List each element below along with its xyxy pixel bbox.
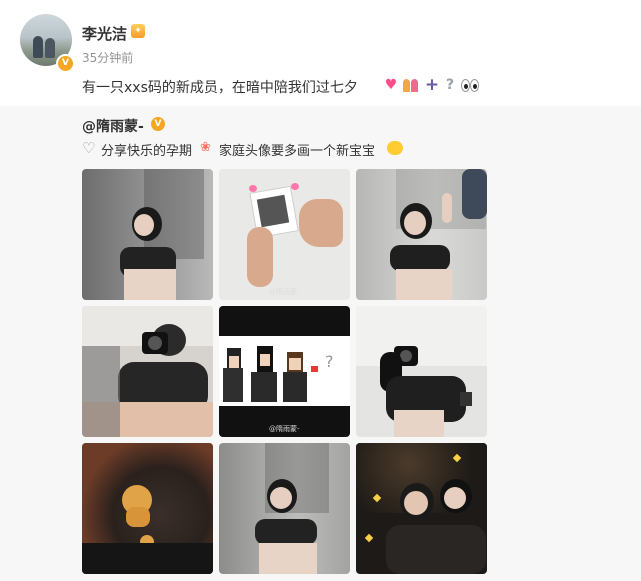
image-grid: @隋雨蒙- ? @隋雨蒙- xyxy=(82,169,488,575)
photo-thumbnail[interactable] xyxy=(219,443,350,574)
eyes-emoji-icon xyxy=(460,77,480,93)
post-timestamp[interactable]: 35分钟前 xyxy=(82,49,133,66)
photo-thumbnail[interactable] xyxy=(82,306,213,437)
photo-watermark: @隋雨蒙- xyxy=(269,425,300,433)
username[interactable]: 李光洁 xyxy=(82,23,127,44)
photo-thumbnail[interactable] xyxy=(82,443,213,574)
verified-badge-icon: V xyxy=(151,117,165,131)
photo-thumbnail[interactable] xyxy=(82,169,213,300)
avatar-figure xyxy=(45,38,55,58)
photo-thumbnail[interactable] xyxy=(356,169,487,300)
avatar-figure xyxy=(33,36,43,58)
baby-emoji-icon: ❀ xyxy=(200,140,211,155)
weibo-post: V 李光洁 ✦ 35分钟前 有一只xxs码的新成员，在暗中陪我们过七夕 ♥ + … xyxy=(0,0,641,581)
verified-badge-icon: V xyxy=(56,54,75,73)
hug-emoji-icon xyxy=(387,141,403,155)
plus-emoji-icon: + xyxy=(424,75,440,95)
heart-emoji-icon: ♥ xyxy=(384,77,398,93)
vip-badge-icon[interactable]: ✦ xyxy=(131,24,145,38)
photo-thumbnail[interactable]: @隋雨蒙- xyxy=(219,169,350,300)
reposted-content[interactable]: @隋雨蒙- V ♡ 分享快乐的孕期 ❀ 家庭头像要多画一个新宝宝 @隋雨蒙- ?… xyxy=(0,106,641,581)
post-text: 有一只xxs码的新成员，在暗中陪我们过七夕 xyxy=(82,80,358,96)
photo-thumbnail[interactable]: ? @隋雨蒙- xyxy=(219,306,350,437)
repost-text-part: 分享快乐的孕期 xyxy=(101,144,193,159)
question-emoji-icon: ? xyxy=(445,77,455,93)
repost-text-part: 家庭头像要多画一个新宝宝 xyxy=(219,144,376,159)
repost-author-link[interactable]: @隋雨蒙- xyxy=(82,116,144,136)
photo-thumbnail[interactable] xyxy=(356,443,487,574)
couple-emoji-icon xyxy=(403,77,419,93)
photo-thumbnail[interactable] xyxy=(356,306,487,437)
photo-watermark: @隋雨蒙- xyxy=(269,288,300,296)
heart-outline-icon: ♡ xyxy=(82,139,96,157)
